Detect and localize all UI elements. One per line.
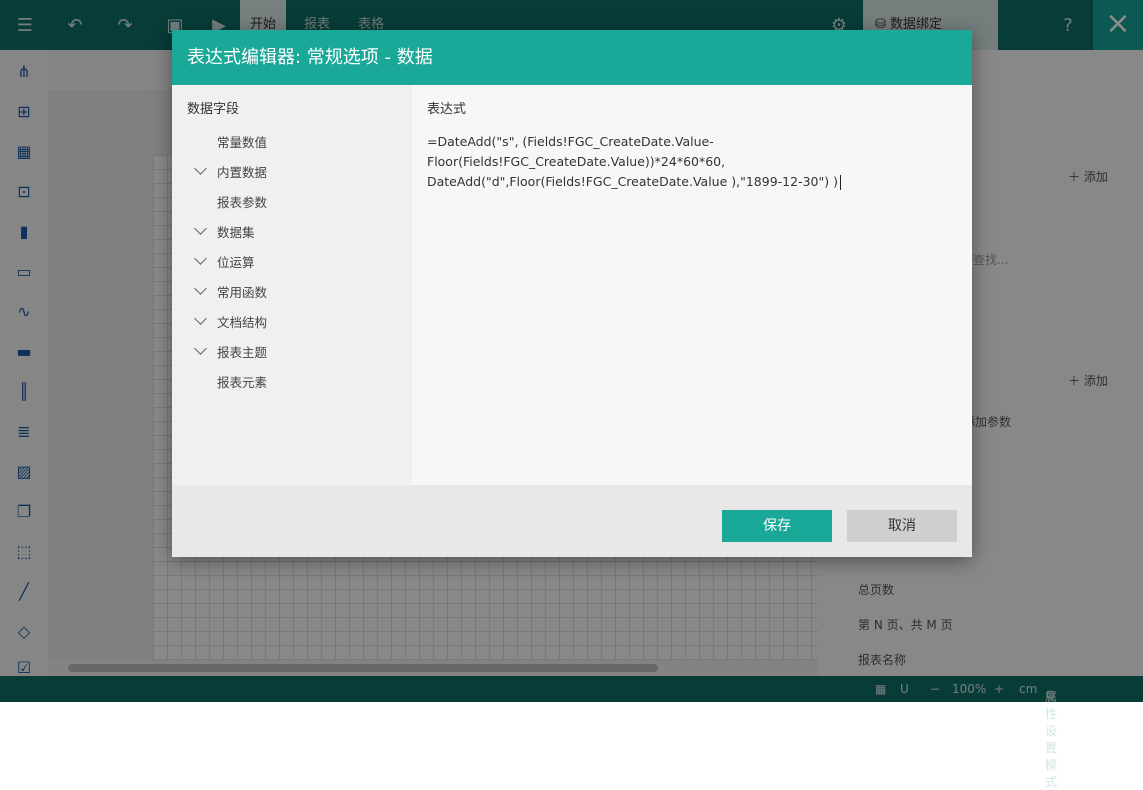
tree-item[interactable]: 位运算: [172, 252, 412, 272]
save-button[interactable]: 保存: [722, 510, 832, 542]
chevron-down-icon[interactable]: [194, 342, 207, 355]
tree-item-label: 文档结构: [217, 315, 268, 330]
tree-item[interactable]: 文档结构: [172, 312, 412, 332]
tree-item[interactable]: 内置数据: [172, 162, 412, 182]
chevron-down-icon[interactable]: [194, 312, 207, 325]
tree-item-label: 位运算: [217, 255, 255, 270]
tree-item[interactable]: 常用函数: [172, 282, 412, 302]
tree-item-label: 常量数值: [217, 135, 268, 150]
expression-text: =DateAdd("s", (Fields!FGC_CreateDate.Val…: [427, 134, 838, 189]
tree-item-label: 数据集: [217, 225, 255, 240]
data-fields-pane: 数据字段 常量数值内置数据报表参数数据集位运算常用函数文档结构报表主题报表元素: [172, 85, 412, 485]
tree-item[interactable]: 报表参数: [172, 192, 412, 212]
tree-item[interactable]: 报表元素: [172, 372, 412, 392]
data-fields-title: 数据字段: [187, 102, 240, 117]
tree-item-label: 报表主题: [217, 345, 268, 360]
tree-item-label: 常用函数: [217, 285, 268, 300]
tree-item[interactable]: 常量数值: [172, 132, 412, 152]
expression-title: 表达式: [427, 102, 467, 117]
expression-editor-dialog: 表达式编辑器: 常规选项 - 数据 数据字段 常量数值内置数据报表参数数据集位运…: [172, 30, 972, 557]
dialog-title: 表达式编辑器: 常规选项 - 数据: [172, 30, 972, 85]
tree-item[interactable]: 数据集: [172, 222, 412, 242]
dialog-footer: 保存 取消: [172, 485, 972, 557]
tree-item[interactable]: 报表主题: [172, 342, 412, 362]
mode-label: 属性设置模式: [1045, 690, 1058, 789]
cancel-button[interactable]: 取消: [847, 510, 957, 542]
tree-item-label: 内置数据: [217, 165, 268, 180]
text-caret: [839, 175, 841, 190]
chevron-down-icon[interactable]: [194, 222, 207, 235]
expression-editor-input[interactable]: =DateAdd("s", (Fields!FGC_CreateDate.Val…: [427, 132, 957, 192]
chevron-down-icon[interactable]: [194, 252, 207, 265]
chevron-down-icon[interactable]: [194, 162, 207, 175]
tree-item-label: 报表参数: [217, 195, 268, 210]
expression-pane[interactable]: 表达式 =DateAdd("s", (Fields!FGC_CreateDate…: [412, 85, 972, 485]
tree-item-label: 报表元素: [217, 375, 268, 390]
chevron-down-icon[interactable]: [194, 282, 207, 295]
